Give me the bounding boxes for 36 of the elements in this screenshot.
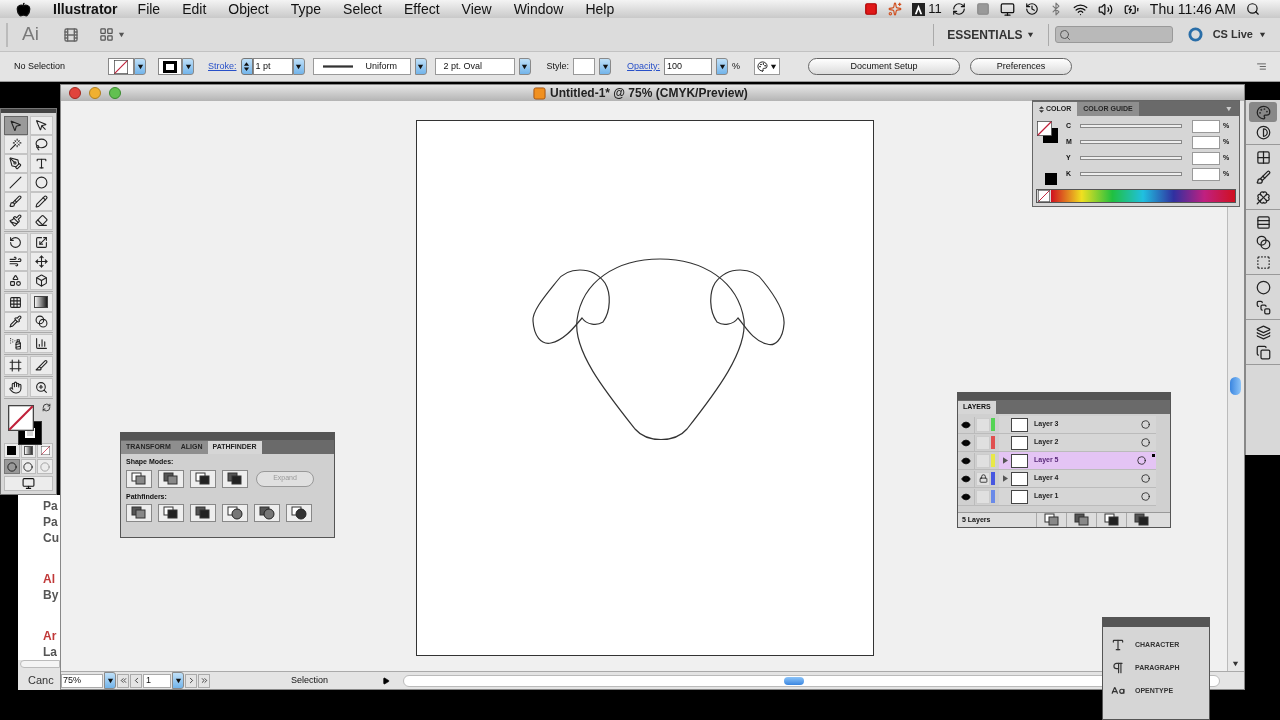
window-text: By [42,587,60,603]
clock-text: Thu 11:46 AM [1149,0,1236,19]
pill-button[interactable]: Document Setup [808,58,961,75]
menu-item[interactable]: Type [290,0,322,20]
window-text: Ar [42,628,58,644]
stroke-link[interactable]: Stroke: [208,59,237,74]
zoom-field[interactable]: 75% [61,673,103,688]
menu-item[interactable]: Illustrator [53,0,118,20]
workspace-switcher[interactable]: ESSENTIALS [947,25,1034,44]
menu-item[interactable]: Effect [404,0,440,20]
window-title: Untitled-1* @ 75% (CMYK/Preview) [550,85,748,102]
window-text: Cu [42,530,60,546]
brush-definition[interactable]: 2 pt. Oval [434,58,515,75]
opacity-field[interactable]: 100 [664,58,713,75]
window-text: Pa [42,498,59,514]
opacity-link[interactable]: Opacity: [627,59,661,74]
menu-item[interactable]: File [137,0,161,20]
stroke-weight-field[interactable]: 1 pt [252,58,293,75]
menu-item[interactable]: Window [513,0,564,20]
menu-item[interactable]: Object [228,0,269,20]
selection-status: No Selection [14,59,67,73]
percent-sign: % [732,59,741,73]
window-text: Al [42,571,56,587]
variable-width-profile[interactable]: Uniform [312,58,411,75]
artboard-field[interactable]: 1 [143,673,171,688]
pill-button[interactable]: Preferences [970,58,1073,75]
menu-item[interactable]: Select [343,0,382,20]
menu-item[interactable]: Edit [182,0,207,20]
style-label: Style: [546,59,570,73]
status-text: Selection [291,673,330,687]
window-text: La [42,644,58,660]
window-text: Pa [42,514,59,530]
badge-count: 11 [928,0,942,19]
menu-item[interactable]: Help [585,0,615,20]
cs-live-menu[interactable]: CS Live [1212,26,1266,43]
menu-item[interactable]: View [461,0,492,20]
